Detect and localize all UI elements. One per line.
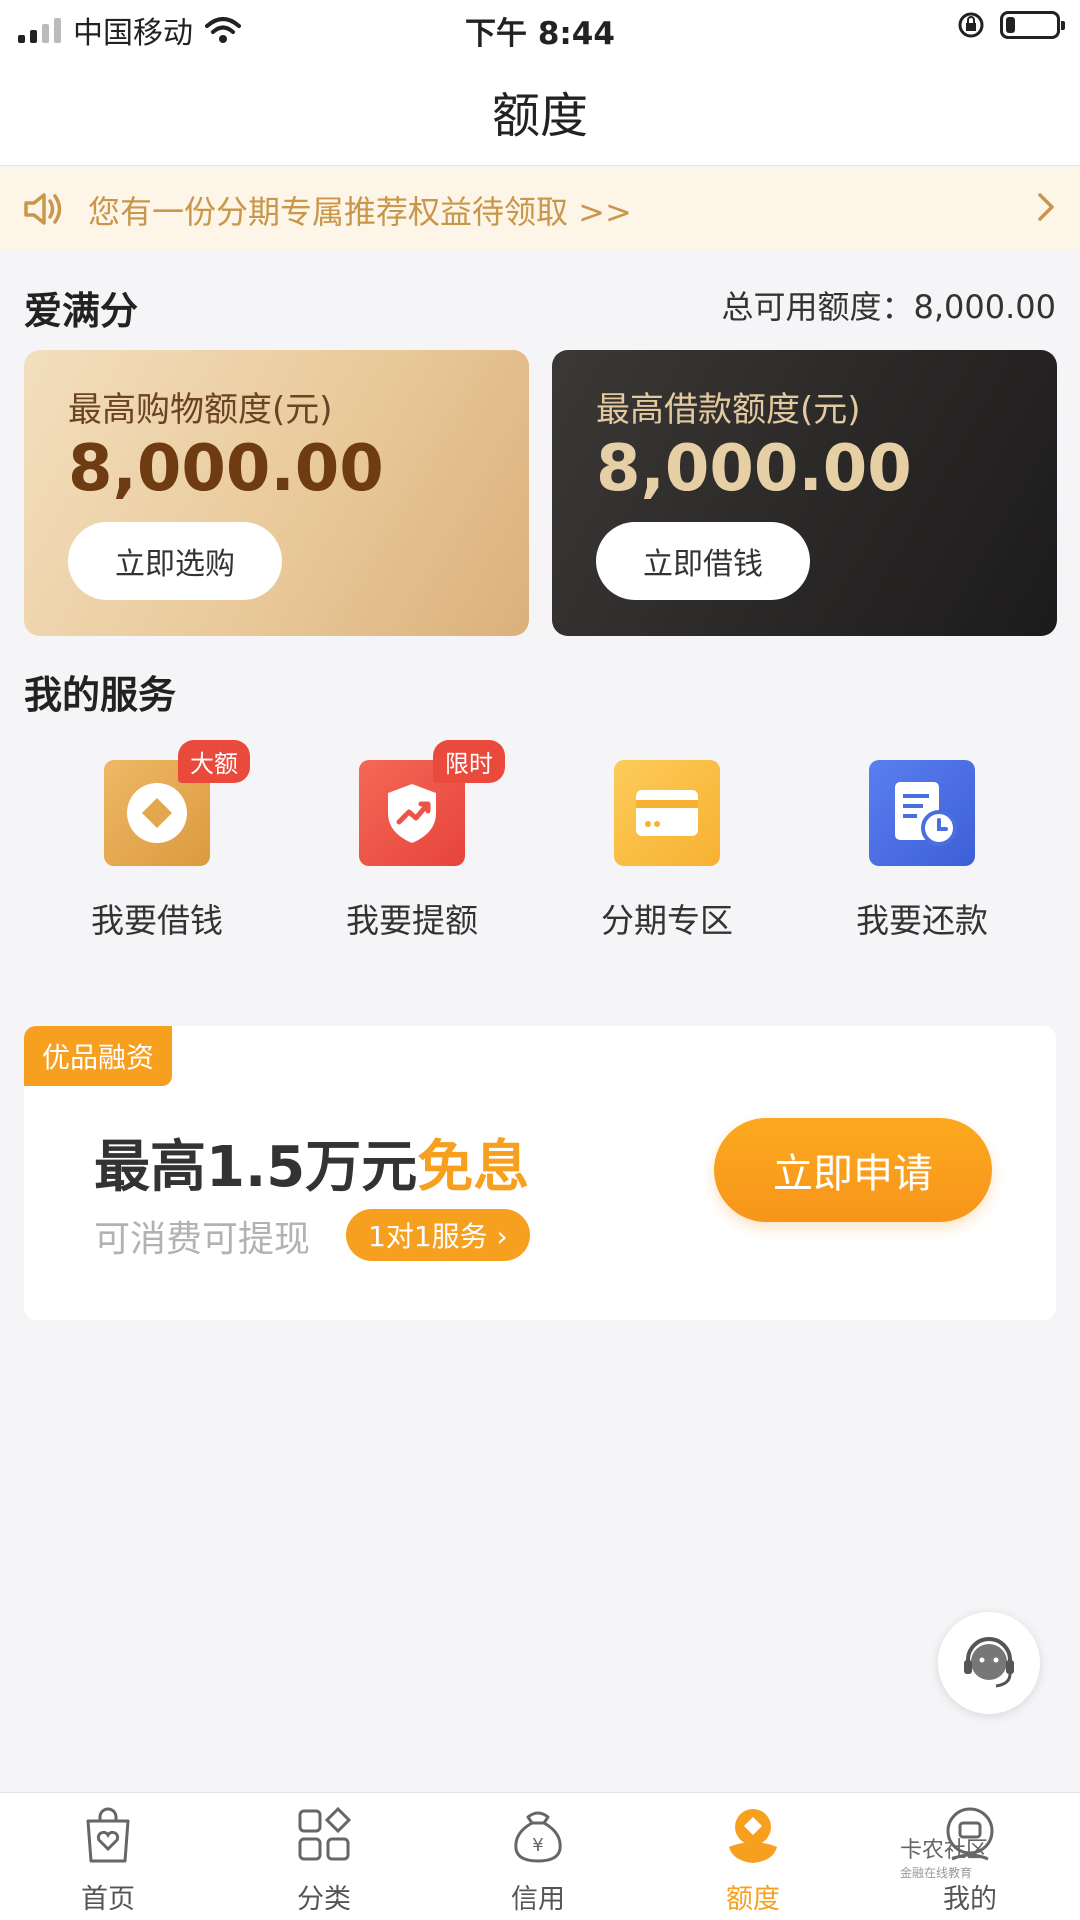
header: 额度 (0, 56, 1080, 166)
borrow-now-button[interactable]: 立即借钱 (596, 522, 810, 600)
loan-credit-card: 最高借款额度(元) 8,000.00 立即借钱 (552, 350, 1057, 636)
customer-service-button[interactable] (938, 1612, 1040, 1714)
notice-text: 您有一份分期专属推荐权益待领取 >> (88, 193, 632, 231)
headset-icon (964, 1637, 1014, 1688)
services-title: 我的服务 (24, 673, 177, 717)
badge-limited: 限时 (433, 740, 505, 783)
watermark: 卡农社区 金融在线教育 (900, 1832, 988, 1881)
shopping-credit-card: 最高购物额度(元) 8,000.00 立即选购 (24, 350, 529, 636)
promo-headline-highlight: 免息 (417, 1135, 530, 1200)
bag-heart-icon (86, 1807, 130, 1863)
loan-credit-amount: 8,000.00 (596, 432, 912, 506)
status-right (956, 10, 1065, 40)
promo-headline-main: 最高1.5万元 (94, 1135, 418, 1200)
coin-icon: 大额 (104, 740, 250, 866)
service-pill[interactable]: 1对1服务 › (346, 1209, 530, 1261)
shopping-credit-label: 最高购物额度(元) (68, 390, 333, 430)
svg-text:¥: ¥ (532, 1835, 543, 1856)
shield-up-icon: 限时 (359, 740, 505, 866)
tab-quota[interactable]: 额度 (673, 1803, 833, 1916)
tab-credit[interactable]: ¥ 信用 (458, 1803, 618, 1916)
total-quota: 总可用额度：8,000.00 (721, 288, 1056, 326)
shop-now-button[interactable]: 立即选购 (68, 522, 282, 600)
tab-label: 分类 (297, 1884, 351, 1915)
tab-home[interactable]: 首页 (28, 1803, 188, 1916)
rotation-lock-icon (958, 12, 984, 38)
battery-icon (1000, 11, 1065, 39)
status-bar: 中国移动 下午 8:44 (0, 0, 1080, 56)
card-icon (614, 760, 720, 866)
badge-large: 大额 (178, 740, 250, 783)
chevron-right-icon (1038, 193, 1054, 221)
watermark-subtitle: 金融在线教育 (900, 1866, 973, 1880)
watermark-title: 卡农社区 (900, 1838, 989, 1863)
service-raise-limit[interactable]: 限时 我要提额 (312, 740, 512, 942)
service-repay[interactable]: 我要还款 (822, 760, 1022, 942)
brand-title: 爱满分 (24, 289, 139, 333)
promo-card[interactable]: 优品融资 最高1.5万元免息 可消费可提现 1对1服务 › 立即申请 (24, 1026, 1056, 1320)
flower-icon (729, 1809, 777, 1863)
service-installment[interactable]: 分期专区 (567, 760, 767, 942)
service-label: 我要还款 (856, 901, 988, 940)
service-borrow[interactable]: 大额 我要借钱 (57, 740, 257, 942)
loan-credit-label: 最高借款额度(元) (596, 390, 861, 430)
tab-label: 额度 (726, 1884, 780, 1915)
promo-headline: 最高1.5万元免息 (94, 1122, 529, 1203)
tab-label: 首页 (81, 1884, 135, 1915)
speaker-icon (24, 193, 62, 225)
service-label: 我要提额 (346, 901, 478, 940)
tab-label: 信用 (511, 1884, 565, 1915)
grid-icon (298, 1806, 352, 1861)
apply-now-button[interactable]: 立即申请 (714, 1118, 992, 1222)
promo-subtitle: 可消费可提现 (94, 1219, 311, 1260)
money-bag-icon: ¥ (514, 1811, 562, 1863)
services-grid: 大额 我要借钱 限时 我要提额 分期专区 我要还款 (0, 740, 1080, 960)
status-time: 下午 8:44 (465, 16, 615, 52)
service-label: 分期专区 (601, 901, 733, 940)
notice-bar[interactable]: 您有一份分期专属推荐权益待领取 >> (0, 167, 1080, 251)
shopping-credit-amount: 8,000.00 (68, 432, 384, 506)
promo-tag: 优品融资 (24, 1026, 173, 1086)
tab-category[interactable]: 分类 (244, 1803, 404, 1916)
page-title: 额度 (491, 88, 588, 144)
bill-clock-icon (869, 760, 975, 866)
service-label: 我要借钱 (91, 901, 223, 940)
tab-label: 我的 (943, 1884, 997, 1915)
